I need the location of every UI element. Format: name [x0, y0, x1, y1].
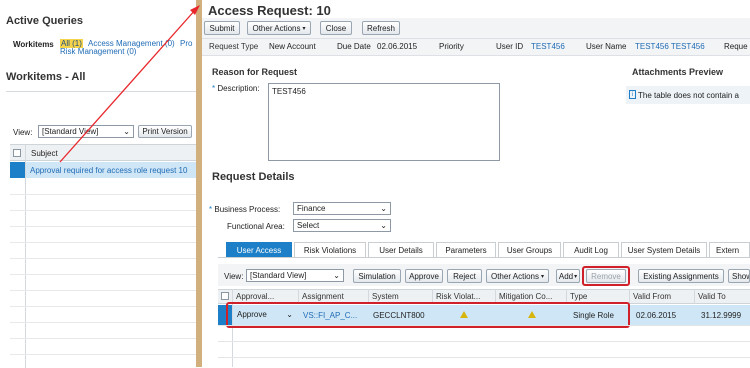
- annotation-arrow: [59, 5, 200, 163]
